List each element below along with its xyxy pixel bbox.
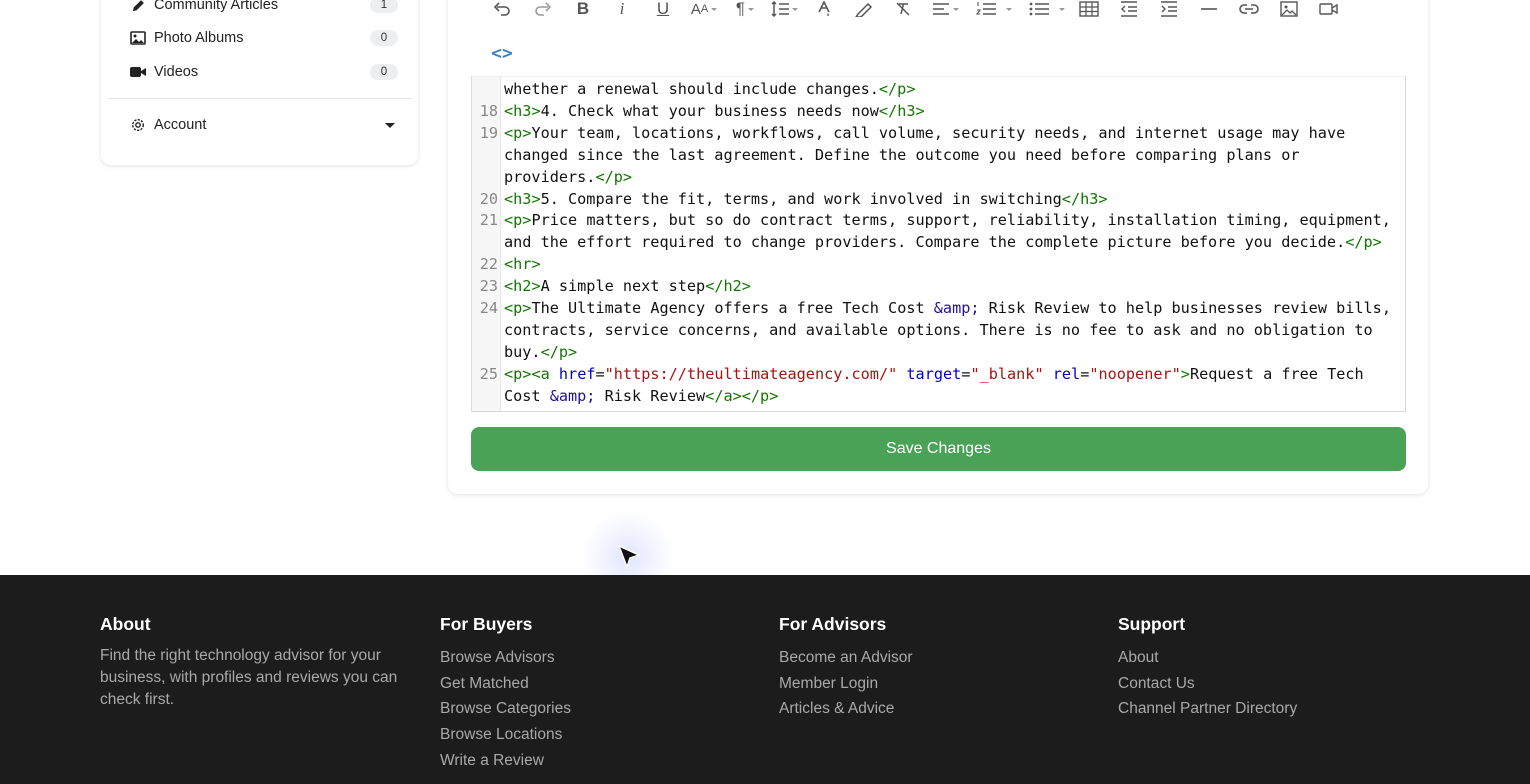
code-text: <h3>4. Check what your business needs no… [504, 101, 925, 120]
underline-icon[interactable]: U [652, 0, 674, 22]
link-icon[interactable] [1238, 0, 1260, 22]
account-label: Account [154, 117, 207, 133]
line-number: 23 [479, 277, 498, 296]
image-icon [130, 30, 146, 46]
code-text: whether a renewal should include changes… [504, 80, 916, 98]
footer-link-get-matched[interactable]: Get Matched [440, 671, 571, 697]
count-badge: 1 [370, 0, 398, 13]
html-code-editor[interactable]: whether a renewal should include changes… [471, 76, 1406, 412]
page: Community Articles 1 Photo Albums 0 Vide… [0, 0, 1530, 784]
gear-icon [130, 117, 146, 133]
footer-support-column: Support About Contact Us Channel Partner… [1118, 614, 1297, 722]
unordered-list-icon[interactable] [1026, 0, 1068, 22]
footer-link-browse-categories[interactable]: Browse Categories [440, 696, 571, 722]
footer-link-channel-partner-directory[interactable]: Channel Partner Directory [1118, 696, 1297, 722]
code-text: <h2>A simple next step</h2> [504, 277, 751, 296]
footer-heading: For Buyers [440, 614, 533, 634]
sidebar-item-videos[interactable]: Videos 0 [130, 58, 398, 86]
sidebar-divider [107, 98, 412, 99]
outdent-icon[interactable] [1118, 0, 1140, 22]
code-text: <p>The Ultimate Agency offers a free Tec… [504, 299, 1391, 317]
site-footer: About Find the right technology advisor … [0, 575, 1530, 784]
sidebar-card: Community Articles 1 Photo Albums 0 Vide… [101, 0, 418, 165]
table-icon[interactable] [1078, 0, 1100, 22]
text-color-icon[interactable] [814, 0, 834, 22]
font-size-icon[interactable]: AA [689, 0, 719, 22]
line-number: 22 [479, 255, 498, 274]
footer-link-articles-advice[interactable]: Articles & Advice [779, 696, 913, 722]
indent-icon[interactable] [1158, 0, 1180, 22]
footer-link-write-review[interactable]: Write a Review [440, 748, 571, 774]
italic-icon[interactable]: i [613, 0, 631, 22]
footer-heading: Support [1118, 614, 1186, 634]
line-number: 19 [479, 123, 498, 142]
code-text: changed since the last agreement. Define… [504, 145, 1300, 164]
horizontal-rule-icon[interactable] [1198, 0, 1220, 22]
code-text: <p>Your team, locations, workflows, call… [504, 123, 1346, 142]
code-text: and the effort required to change provid… [504, 233, 1382, 252]
footer-buyers-column: For Buyers Browse Advisors Get Matched B… [440, 614, 571, 774]
ordered-list-icon[interactable] [974, 0, 1014, 22]
count-badge: 0 [370, 64, 398, 80]
footer-heading: About [100, 614, 151, 634]
code-text: providers.</p> [504, 167, 633, 186]
code-text: <p><a href="https://theultimateagency.co… [504, 364, 1364, 383]
insert-video-icon[interactable] [1318, 0, 1340, 22]
sidebar-item-community-articles[interactable]: Community Articles 1 [130, 0, 398, 19]
chevron-down-icon [385, 122, 395, 128]
line-number: 20 [479, 189, 498, 208]
save-changes-button[interactable]: Save Changes [471, 427, 1406, 471]
footer-link-browse-advisors[interactable]: Browse Advisors [440, 645, 571, 671]
footer-about-text: Find the right technology advisor for yo… [100, 647, 398, 708]
sidebar-item-label: Community Articles [154, 0, 279, 13]
code-text: Cost &amp; Risk Review</a></p> [504, 386, 779, 405]
sidebar-item-label: Videos [154, 64, 199, 80]
line-height-icon[interactable] [769, 0, 799, 22]
video-camera-icon [130, 64, 146, 80]
code-text: <hr> [504, 255, 541, 274]
highlight-icon[interactable] [853, 0, 875, 22]
undo-icon[interactable] [491, 0, 513, 22]
line-number: 24 [479, 299, 498, 317]
bold-icon[interactable]: B [572, 0, 594, 22]
footer-link-member-login[interactable]: Member Login [779, 671, 913, 697]
footer-link-browse-locations[interactable]: Browse Locations [440, 722, 571, 748]
account-menu-toggle[interactable]: Account [130, 111, 398, 139]
pencil-icon [130, 0, 146, 13]
code-text: <p>Price matters, but so do contract ter… [504, 211, 1391, 230]
footer-link-about[interactable]: About [1118, 645, 1297, 671]
paragraph-icon[interactable]: ¶ [731, 0, 759, 22]
code-text: <h3>5. Compare the fit, terms, and work … [504, 189, 1108, 208]
footer-heading: For Advisors [779, 614, 887, 634]
code-text: buy.</p> [504, 342, 578, 361]
footer-advisors-column: For Advisors Become an Advisor Member Lo… [779, 614, 913, 722]
redo-icon[interactable] [532, 0, 554, 22]
insert-image-icon[interactable] [1278, 0, 1300, 22]
clear-format-icon[interactable] [893, 0, 913, 22]
footer-link-become-advisor[interactable]: Become an Advisor [779, 645, 913, 671]
code-view-icon[interactable]: <> [491, 43, 513, 64]
count-badge: 0 [370, 30, 398, 46]
mouse-pointer-icon [617, 544, 641, 575]
line-number: 21 [479, 211, 498, 230]
line-number: 18 [479, 101, 498, 120]
sidebar-item-photo-albums[interactable]: Photo Albums 0 [130, 24, 398, 52]
footer-about-column: About Find the right technology advisor … [100, 614, 410, 711]
line-number: 25 [479, 364, 498, 383]
code-text: contracts, service concerns, and availab… [504, 320, 1373, 339]
align-icon[interactable] [930, 0, 960, 22]
footer-link-contact-us[interactable]: Contact Us [1118, 671, 1297, 697]
sidebar-item-label: Photo Albums [154, 30, 244, 46]
